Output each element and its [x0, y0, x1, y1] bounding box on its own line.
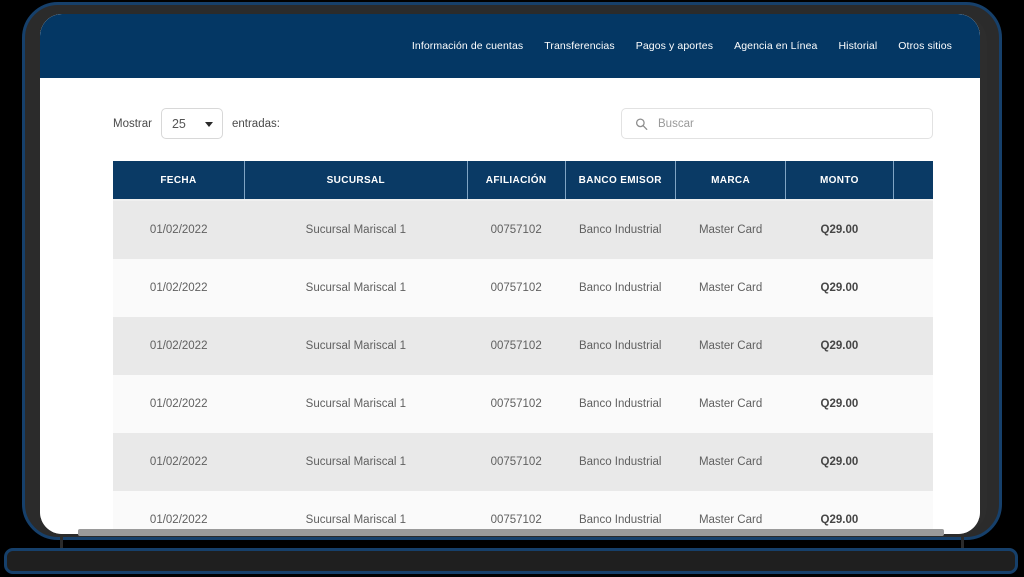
cell-fecha: 01/02/2022 — [149, 514, 208, 526]
cell-marca: Master Card — [698, 224, 763, 236]
screen: Información de cuentas Transferencias Pa… — [40, 14, 980, 534]
cell-banco: Banco Industrial — [578, 340, 662, 352]
column-header-monto[interactable]: MONTO — [785, 161, 894, 201]
cell-actions — [893, 259, 933, 317]
cell-banco: Banco Industrial — [578, 514, 662, 526]
entries-label-prefix: Mostrar — [113, 117, 152, 130]
entries-length-select[interactable]: 25 — [160, 108, 223, 139]
nav-item-pagos-y-aportes[interactable]: Pagos y aportes — [636, 40, 713, 52]
cell-marca: Master Card — [698, 282, 763, 294]
cell-sucursal: Sucursal Mariscal 1 — [305, 456, 406, 468]
table-row[interactable]: 01/02/2022 Sucursal Mariscal 1 00757102 … — [113, 433, 933, 491]
cell-afiliacion: 00757102 — [490, 224, 542, 236]
cell-monto: Q29.00 — [820, 398, 859, 410]
cell-marca: Master Card — [698, 456, 763, 468]
nav-item-historial[interactable]: Historial — [838, 40, 877, 52]
cell-actions — [893, 433, 933, 491]
chevron-down-icon — [204, 121, 213, 127]
nav-item-informacion-de-cuentas[interactable]: Información de cuentas — [412, 40, 523, 52]
webpage: Información de cuentas Transferencias Pa… — [40, 14, 980, 534]
cell-afiliacion: 00757102 — [490, 398, 542, 410]
column-header-fecha[interactable]: FECHA — [113, 161, 245, 201]
column-header-actions — [893, 161, 933, 201]
cell-afiliacion: 00757102 — [490, 340, 542, 352]
transactions-table: FECHA SUCURSAL AFILIACIÓN BANCO EMISOR M… — [113, 161, 933, 534]
cell-banco: Banco Industrial — [578, 224, 662, 236]
search-icon — [635, 117, 648, 130]
cell-afiliacion: 00757102 — [490, 282, 542, 294]
cell-sucursal: Sucursal Mariscal 1 — [305, 224, 406, 236]
device-stand-base — [4, 548, 1018, 574]
cell-monto: Q29.00 — [820, 282, 859, 294]
cell-afiliacion: 00757102 — [490, 514, 542, 526]
cell-afiliacion: 00757102 — [490, 456, 542, 468]
table-header-row: FECHA SUCURSAL AFILIACIÓN BANCO EMISOR M… — [113, 161, 933, 201]
cell-fecha: 01/02/2022 — [149, 340, 208, 352]
cell-sucursal: Sucursal Mariscal 1 — [305, 340, 406, 352]
cell-monto: Q29.00 — [820, 456, 859, 468]
table-row[interactable]: 01/02/2022 Sucursal Mariscal 1 00757102 … — [113, 317, 933, 375]
search-input[interactable] — [656, 116, 910, 131]
cell-banco: Banco Industrial — [578, 282, 662, 294]
cell-fecha: 01/02/2022 — [149, 398, 208, 410]
cell-sucursal: Sucursal Mariscal 1 — [305, 514, 406, 526]
transactions-table-container: FECHA SUCURSAL AFILIACIÓN BANCO EMISOR M… — [113, 161, 933, 534]
column-header-marca[interactable]: MARCA — [675, 161, 787, 201]
column-header-sucursal[interactable]: SUCURSAL — [244, 161, 468, 201]
cell-banco: Banco Industrial — [578, 456, 662, 468]
cell-fecha: 01/02/2022 — [149, 456, 208, 468]
cell-fecha: 01/02/2022 — [149, 282, 208, 294]
column-header-afiliacion[interactable]: AFILIACIÓN — [467, 161, 566, 201]
cell-monto: Q29.00 — [820, 514, 859, 526]
cell-actions — [893, 200, 933, 259]
column-header-banco-emisor[interactable]: BANCO EMISOR — [565, 161, 676, 201]
nav-item-agencia-en-linea[interactable]: Agencia en Línea — [734, 40, 817, 52]
top-navigation-list: Información de cuentas Transferencias Pa… — [412, 40, 952, 52]
entries-label-suffix: entradas: — [231, 117, 280, 130]
cell-sucursal: Sucursal Mariscal 1 — [305, 282, 406, 294]
cell-marca: Master Card — [698, 398, 763, 410]
cell-actions — [893, 491, 933, 534]
cell-banco: Banco Industrial — [578, 398, 662, 410]
entries-length-value: 25 — [171, 116, 186, 131]
cell-sucursal: Sucursal Mariscal 1 — [305, 398, 406, 410]
top-navigation-bar: Información de cuentas Transferencias Pa… — [40, 14, 980, 78]
search-box[interactable] — [621, 108, 933, 139]
table-controls: Mostrar 25 entradas: — [40, 78, 980, 139]
cell-fecha: 01/02/2022 — [149, 224, 208, 236]
cell-marca: Master Card — [698, 340, 763, 352]
screen-bottom-shadow — [78, 529, 944, 536]
table-row[interactable]: 01/02/2022 Sucursal Mariscal 1 00757102 … — [113, 259, 933, 317]
cell-actions — [893, 317, 933, 375]
nav-item-otros-sitios[interactable]: Otros sitios — [898, 40, 952, 52]
cell-monto: Q29.00 — [820, 224, 859, 236]
table-row[interactable]: 01/02/2022 Sucursal Mariscal 1 00757102 … — [113, 375, 933, 433]
table-row[interactable]: 01/02/2022 Sucursal Mariscal 1 00757102 … — [113, 491, 933, 534]
table-body: 01/02/2022 Sucursal Mariscal 1 00757102 … — [113, 200, 933, 534]
entries-length-control: Mostrar 25 entradas: — [113, 108, 280, 139]
cell-marca: Master Card — [698, 514, 763, 526]
table-head: FECHA SUCURSAL AFILIACIÓN BANCO EMISOR M… — [113, 161, 933, 201]
table-row[interactable]: 01/02/2022 Sucursal Mariscal 1 00757102 … — [113, 200, 933, 259]
cell-monto: Q29.00 — [820, 340, 859, 352]
nav-item-transferencias[interactable]: Transferencias — [544, 40, 614, 52]
cell-actions — [893, 375, 933, 433]
